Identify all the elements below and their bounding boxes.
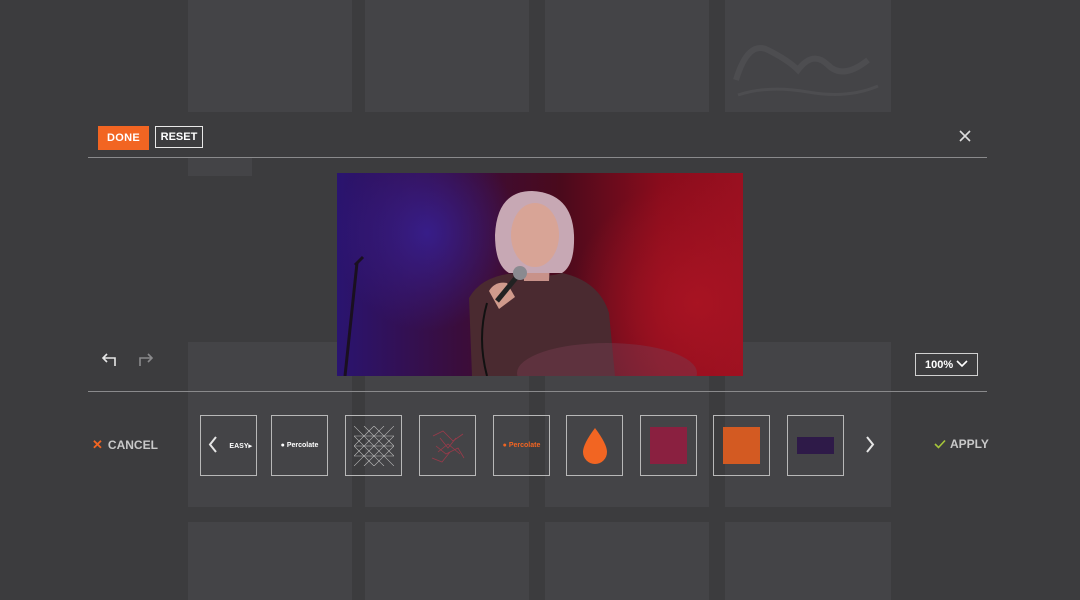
zoom-select[interactable]: 100% [915, 353, 978, 376]
bg-tag [188, 158, 252, 176]
top-divider [88, 157, 987, 158]
bg-coca-cola-logo [733, 45, 879, 97]
photo-scene [343, 191, 697, 376]
filter-label: EASY▸ [229, 442, 252, 450]
filter-thumb-orange-drop[interactable] [566, 415, 623, 476]
zoom-value: 100% [925, 358, 954, 371]
check-icon [934, 439, 946, 449]
undo-icon[interactable] [100, 351, 118, 367]
bottom-divider [88, 391, 987, 392]
drop-icon [582, 427, 607, 464]
redo-icon[interactable] [137, 351, 155, 367]
chevron-right-icon[interactable] [865, 436, 875, 453]
apply-label: APPLY [950, 437, 989, 451]
bg-tile [188, 522, 352, 600]
cancel-button[interactable]: ✕ CANCEL [92, 437, 158, 453]
close-icon[interactable] [957, 128, 973, 144]
cancel-label: CANCEL [107, 438, 158, 452]
purple-swatch [797, 437, 834, 454]
filter-thumb-percolate-orange[interactable]: ● Percolate [493, 415, 550, 476]
filter-thumb-crimson-square[interactable] [640, 415, 697, 476]
bg-tile [545, 0, 709, 112]
crimson-swatch [650, 427, 687, 464]
bg-tile [365, 0, 529, 112]
bg-tile [365, 522, 529, 600]
bg-tile [545, 522, 709, 600]
filter-thumb-percolate-white[interactable]: ● Percolate [271, 415, 328, 476]
filter-thumb-purple-rect[interactable] [787, 415, 844, 476]
bg-tile [725, 522, 891, 600]
x-icon: ✕ [92, 437, 103, 452]
filter-label: ● Percolate [280, 442, 319, 449]
bg-tile [188, 0, 352, 112]
apply-button[interactable]: APPLY [934, 437, 989, 451]
red-pattern [431, 430, 464, 462]
filter-thumb-orange-square[interactable] [713, 415, 770, 476]
orange-swatch [723, 427, 760, 464]
filter-thumb-easy[interactable]: EASY▸ [200, 415, 257, 476]
done-button[interactable]: DONE [98, 126, 149, 150]
triangle-grid-pattern [353, 425, 394, 466]
chevron-down-icon [956, 360, 968, 368]
filter-thumb-red-pattern[interactable] [419, 415, 476, 476]
photo-preview[interactable] [337, 173, 743, 376]
filter-thumb-triangle-grid[interactable] [345, 415, 402, 476]
reset-button[interactable]: RESET [155, 126, 203, 148]
filter-label: ● Percolate [502, 442, 541, 449]
